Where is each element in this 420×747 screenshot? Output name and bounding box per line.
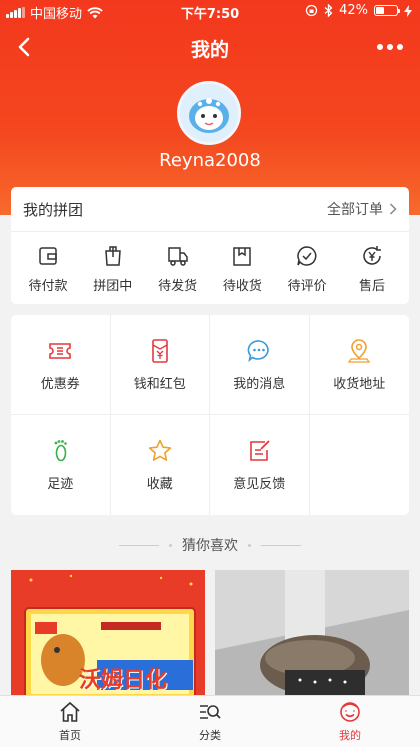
service-messages[interactable]: 我的消息	[210, 315, 310, 415]
my-group-card: 我的拼团 全部订单 待付款 拼团中 待发货 待收货 待评价 售后	[11, 187, 409, 304]
order-pending-payment[interactable]: 待付款	[17, 244, 79, 294]
user-smile-icon	[340, 702, 360, 722]
order-to-review[interactable]: 待评价	[276, 244, 338, 294]
service-label: 优惠券	[40, 376, 80, 392]
divider-dot	[169, 543, 172, 547]
tab-home[interactable]: 首页	[0, 696, 140, 747]
divider	[261, 544, 301, 546]
service-label: 收藏	[146, 477, 173, 492]
tab-bar: 首页 分类 我的	[0, 695, 420, 747]
bag-icon	[104, 246, 121, 266]
order-label: 待发货	[158, 279, 198, 294]
product-image	[215, 570, 409, 695]
order-label: 待收货	[222, 279, 262, 294]
nav-bar: 我的	[0, 24, 420, 70]
order-after-sale[interactable]: 售后	[341, 244, 403, 294]
all-orders-link[interactable]: 全部订单	[327, 199, 397, 219]
divider	[119, 544, 159, 546]
product-banner-text: 沃姆日化	[79, 668, 168, 693]
truck-icon	[167, 247, 188, 266]
recommend-header: 猜你喜欢	[0, 535, 420, 555]
charging-icon	[404, 4, 412, 17]
avatar[interactable]	[177, 81, 241, 145]
username: Reyna2008	[159, 150, 261, 171]
service-label: 钱和红包	[133, 376, 186, 392]
service-footprint[interactable]: 足迹	[11, 415, 111, 515]
product-card[interactable]: 沃姆日化	[11, 570, 205, 695]
service-feedback[interactable]: 意见反馈	[210, 415, 310, 515]
tab-label: 我的	[339, 729, 361, 742]
order-label: 售后	[358, 279, 385, 294]
order-grouping[interactable]: 拼团中	[82, 244, 144, 294]
battery-icon	[374, 5, 400, 16]
service-favorites[interactable]: 收藏	[111, 415, 210, 515]
services-grid: 优惠券 钱和红包 我的消息 收货地址 足迹 收藏 意见反馈	[11, 315, 409, 515]
service-wallet[interactable]: 钱和红包	[110, 315, 210, 415]
more-button[interactable]	[370, 34, 410, 60]
rotation-lock-icon	[305, 4, 318, 17]
yen-refresh-icon	[363, 246, 381, 265]
all-orders-label: 全部订单	[327, 202, 383, 218]
service-empty-cell	[310, 415, 410, 515]
box-icon	[233, 247, 252, 266]
category-search-icon	[200, 705, 221, 719]
coupon-icon	[49, 342, 72, 359]
recommend-title: 猜你喜欢	[182, 538, 238, 554]
star-icon	[148, 439, 171, 461]
home-icon	[60, 701, 80, 722]
service-label: 意见反馈	[233, 477, 286, 492]
message-icon	[247, 339, 269, 362]
order-to-receive[interactable]: 待收货	[211, 244, 273, 294]
comment-check-icon	[297, 246, 317, 266]
my-group-header: 我的拼团 全部订单	[11, 187, 409, 232]
order-to-ship[interactable]: 待发货	[147, 244, 209, 294]
avatar-image	[180, 84, 238, 142]
red-packet-icon	[151, 338, 168, 363]
service-label: 收货地址	[333, 376, 386, 392]
service-address[interactable]: 收货地址	[309, 315, 409, 415]
service-label: 我的消息	[233, 376, 286, 392]
order-label: 拼团中	[93, 279, 133, 294]
wallet-icon	[39, 247, 57, 265]
divider-dot	[248, 543, 251, 547]
order-label: 待评价	[287, 279, 327, 294]
service-label: 足迹	[47, 477, 74, 492]
my-group-title: 我的拼团	[23, 200, 84, 219]
footprint-icon	[54, 440, 68, 462]
order-status-row: 待付款 拼团中 待发货 待收货 待评价 售后	[11, 232, 409, 294]
tab-label: 分类	[199, 729, 221, 742]
service-coupon[interactable]: 优惠券	[11, 315, 111, 415]
product-card[interactable]	[215, 570, 409, 695]
more-dots-icon	[377, 44, 383, 50]
location-icon	[348, 338, 371, 363]
order-label: 待付款	[28, 279, 68, 294]
tab-label: 首页	[59, 729, 81, 742]
tab-category[interactable]: 分类	[140, 696, 280, 747]
feedback-icon	[250, 440, 270, 461]
bluetooth-icon	[324, 4, 333, 17]
status-bar: 中国移动 下午7:50 42%	[0, 0, 420, 22]
page-title: 我的	[190, 39, 229, 61]
battery-percent: 42%	[339, 3, 368, 18]
tab-mine[interactable]: 我的	[280, 696, 420, 747]
chevron-right-icon	[389, 203, 397, 215]
